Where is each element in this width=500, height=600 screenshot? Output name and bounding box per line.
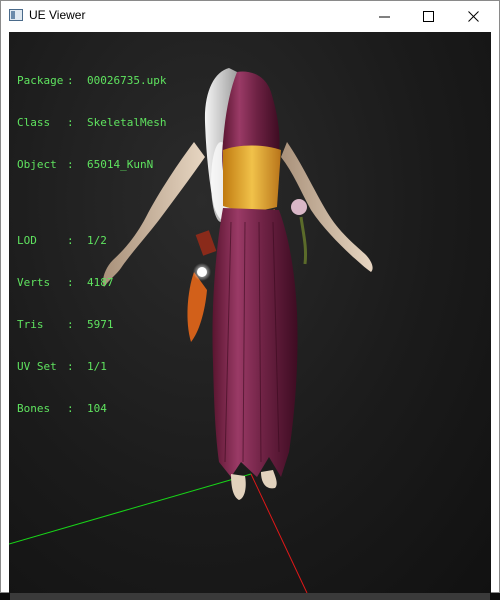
y-axis-line [9, 473, 252, 545]
tris-label: Tris [17, 318, 44, 331]
minimize-icon [379, 16, 390, 18]
uvset-value: 1/1 [87, 360, 107, 373]
3d-viewport[interactable]: Package: 00026735.upk Class: SkeletalMes… [9, 32, 491, 593]
maximize-button[interactable] [405, 1, 451, 31]
object-value: 65014_KunN [87, 158, 154, 171]
x-axis-line [250, 473, 308, 593]
minimize-button[interactable] [361, 1, 407, 31]
object-label: Object [17, 158, 57, 171]
lod-label: LOD [17, 234, 37, 247]
app-icon [9, 9, 23, 21]
pouch [195, 230, 217, 256]
window-title: UE Viewer [29, 8, 86, 22]
package-label: Package [17, 74, 64, 87]
package-value: 00026735.upk [87, 74, 167, 87]
verts-label: Verts [17, 276, 51, 289]
ue-viewer-window: UE Viewer Package: 00026735.upk Class:… [0, 0, 500, 593]
bones-value: 104 [87, 402, 107, 415]
corset-belt [223, 145, 281, 211]
bones-label: Bones [17, 402, 51, 415]
mesh-info-panel: Package: 00026735.upk Class: SkeletalMes… [17, 74, 167, 415]
close-icon [468, 11, 479, 22]
title-bar[interactable]: UE Viewer [1, 1, 499, 31]
tris-value: 5971 [87, 318, 114, 331]
right-foot [261, 470, 277, 489]
flower-decoration [291, 199, 307, 215]
lod-value: 1/2 [87, 234, 107, 247]
close-button[interactable] [450, 1, 496, 31]
class-label: Class [17, 116, 51, 129]
verts-value: 4187 [87, 276, 114, 289]
orange-tassel [187, 272, 207, 342]
left-foot [231, 474, 246, 500]
maximize-icon [423, 11, 434, 22]
uvset-label: UV Set [17, 360, 57, 373]
class-value: SkeletalMesh [87, 116, 167, 129]
